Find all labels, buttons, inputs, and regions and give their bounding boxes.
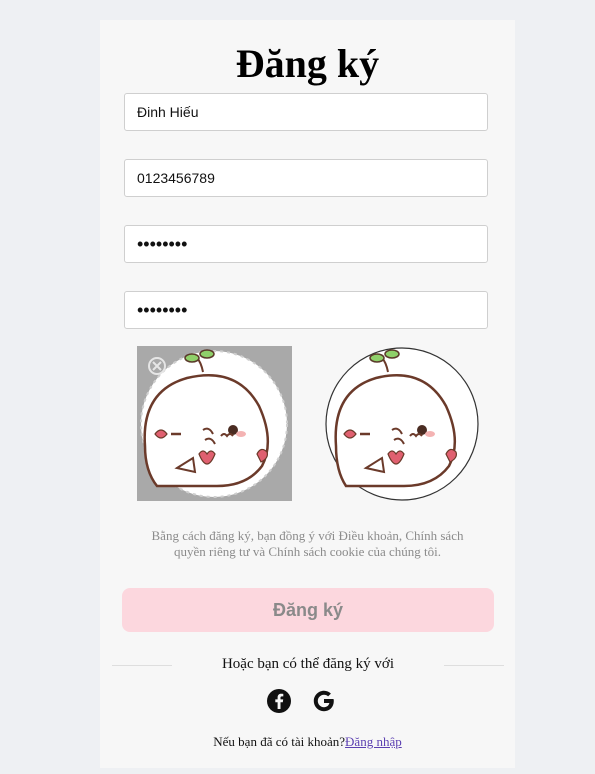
divider: Hoặc bạn có thể đăng ký với [112,656,504,676]
divider-text: Hoặc bạn có thể đăng ký với [221,656,395,672]
avatar-sticker-image [137,346,292,501]
avatar-circle-preview [324,346,481,503]
signup-card: Đăng ký Đinh Hiếu 0123456789 •••••••• ••… [100,20,515,768]
avatar-crop-preview[interactable] [137,346,292,501]
terms-text: Bằng cách đăng ký, bạn đồng ý với Điều k… [110,528,505,560]
register-button[interactable]: Đăng ký [122,588,494,632]
password-input[interactable] [124,225,488,263]
page-title: Đăng ký [235,41,380,86]
login-link[interactable]: Đăng nhập [345,734,402,749]
login-prompt: Nếu bạn đã có tài khoản?Đăng nhập [100,734,515,750]
phone-input[interactable] [124,159,488,197]
google-icon[interactable] [311,688,337,714]
terms-line-2: quyền riêng tư và Chính sách cookie của … [174,544,441,559]
full-name-input[interactable] [124,93,488,131]
facebook-icon[interactable] [266,688,292,714]
login-prompt-text: Nếu bạn đã có tài khoản? [213,734,346,749]
confirm-password-input[interactable] [124,291,488,329]
terms-line-1: Bằng cách đăng ký, bạn đồng ý với Điều k… [151,528,464,543]
avatar-circle-image [325,347,479,501]
